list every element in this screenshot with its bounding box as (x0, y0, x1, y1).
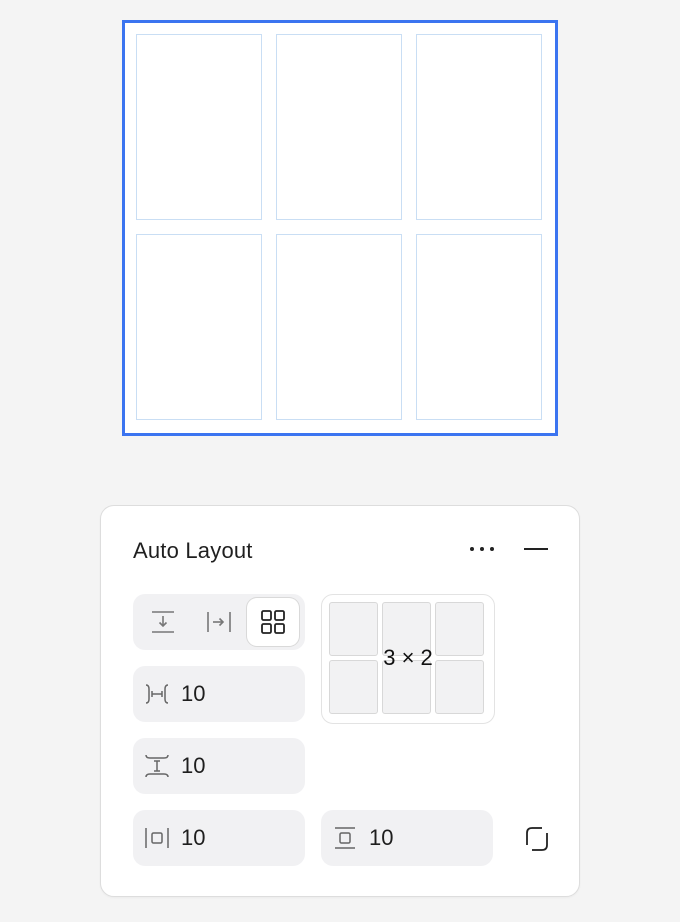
vertical-gap-field[interactable]: 10 (133, 738, 305, 794)
vertical-padding-field[interactable]: 10 (321, 810, 493, 866)
arrow-right-icon (207, 612, 231, 632)
direction-grid-button[interactable] (247, 598, 299, 646)
horizontal-padding-field[interactable]: 10 (133, 810, 305, 866)
minus-icon (524, 548, 548, 550)
clip-content-icon (526, 827, 548, 851)
horizontal-padding-value[interactable]: 10 (181, 825, 205, 851)
horizontal-gap-value[interactable]: 10 (181, 681, 205, 707)
vertical-padding-value[interactable]: 10 (369, 825, 393, 851)
grid-cell[interactable] (416, 234, 542, 420)
grid-cell[interactable] (136, 34, 262, 220)
grid-cell[interactable] (416, 34, 542, 220)
collapse-button[interactable] (521, 536, 551, 562)
grid-preview-cell (329, 660, 378, 714)
panel-title: Auto Layout (133, 538, 253, 563)
grid-size-picker[interactable]: 3 × 2 (321, 594, 495, 724)
grid-cell[interactable] (276, 234, 402, 420)
grid-preview-cell (435, 660, 484, 714)
horizontal-gap-field[interactable]: 10 (133, 666, 305, 722)
clip-content-button[interactable] (523, 824, 551, 854)
grid-preview-cell (435, 602, 484, 656)
horizontal-padding-icon (133, 810, 181, 866)
direction-toggle (133, 594, 305, 650)
vertical-padding-icon (321, 810, 369, 866)
auto-layout-frame[interactable] (122, 20, 558, 436)
auto-layout-panel: Auto Layout 3 × 2 10 10 10 10 (100, 505, 580, 897)
grid-preview-cell (382, 660, 431, 714)
grid-preview-cell (382, 602, 431, 656)
vertical-gap-icon (133, 738, 181, 794)
grid-cell[interactable] (136, 234, 262, 420)
grid-cell[interactable] (276, 34, 402, 220)
direction-horizontal-button[interactable] (193, 598, 245, 646)
vertical-gap-value[interactable]: 10 (181, 753, 205, 779)
horizontal-gap-icon (133, 666, 181, 722)
more-options-button[interactable] (465, 536, 499, 562)
grid-icon (261, 610, 285, 634)
direction-vertical-button[interactable] (137, 598, 189, 646)
more-horizontal-icon (470, 547, 494, 551)
arrow-down-icon (152, 611, 174, 633)
grid-preview-cell (329, 602, 378, 656)
